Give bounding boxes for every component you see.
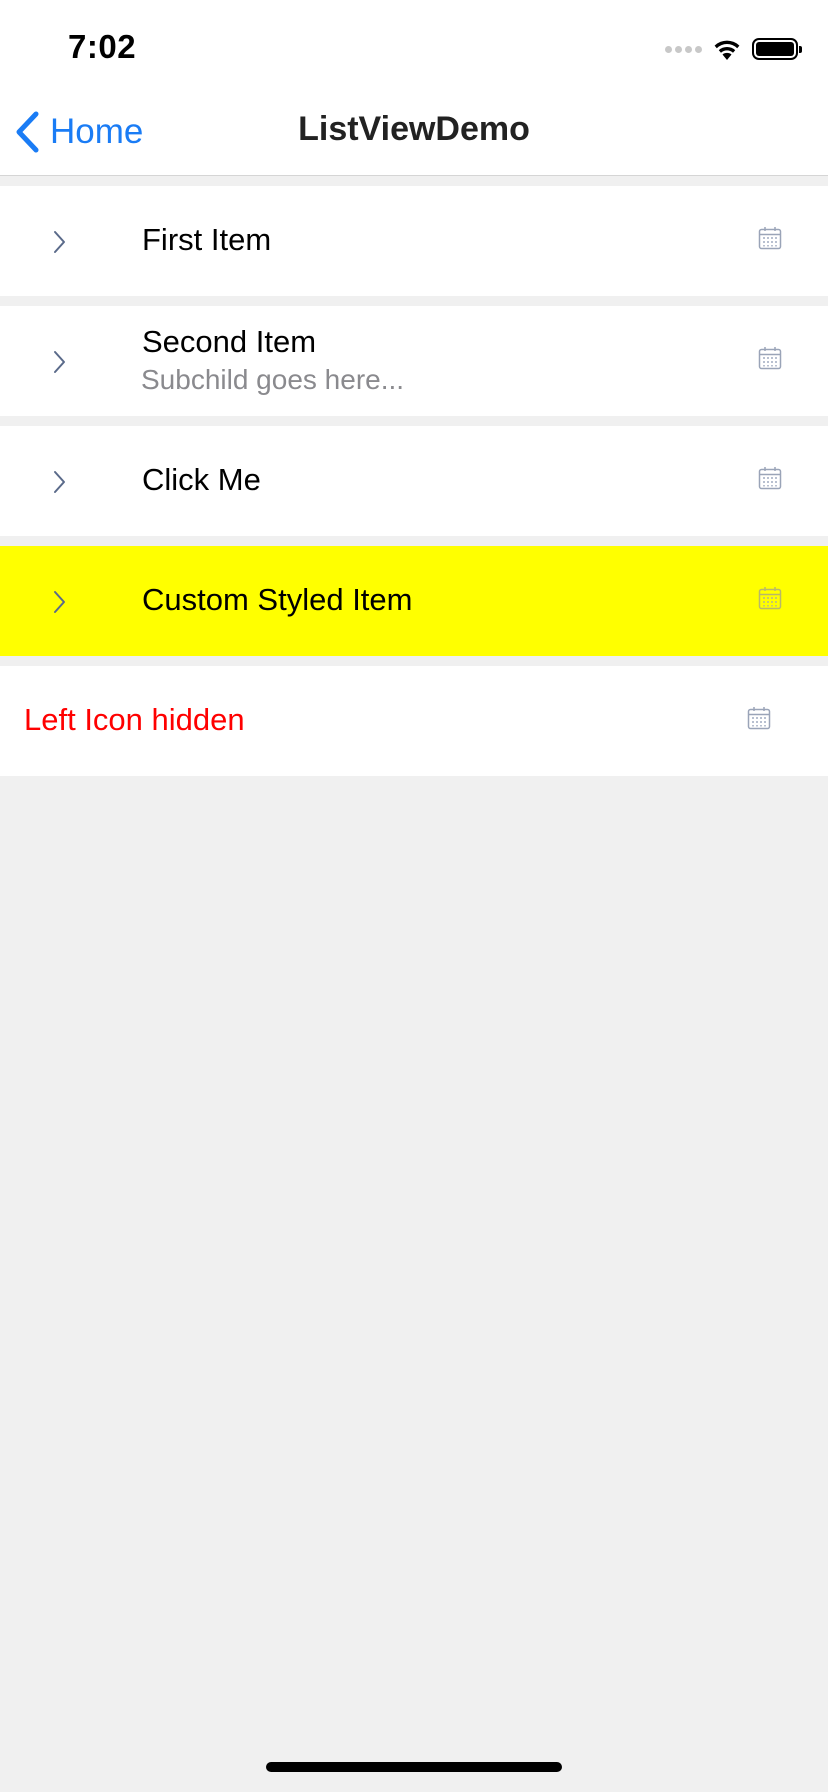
battery-icon bbox=[752, 38, 802, 60]
list-item-second[interactable]: Second Item Subchild goes here... bbox=[0, 306, 828, 416]
chevron-right-icon bbox=[54, 351, 65, 373]
list-item-click-me[interactable]: Click Me bbox=[0, 426, 828, 536]
home-indicator[interactable] bbox=[266, 1762, 562, 1772]
list-item-title: Left Icon hidden bbox=[24, 702, 245, 737]
status-indicators bbox=[665, 34, 802, 64]
calendar-icon bbox=[747, 707, 771, 730]
chevron-right-icon bbox=[54, 231, 65, 253]
list-item-title: Custom Styled Item bbox=[142, 582, 413, 617]
list-item-subtitle: Subchild goes here... bbox=[141, 364, 405, 395]
calendar-icon bbox=[758, 227, 782, 250]
list-item-first[interactable]: First Item bbox=[0, 186, 828, 296]
calendar-icon bbox=[758, 467, 782, 490]
list-item-title: Click Me bbox=[142, 462, 261, 497]
top-bar: 7:02 Home ListViewDemo bbox=[0, 0, 828, 176]
chevron-right-icon bbox=[54, 591, 65, 613]
list-item-left-icon-hidden[interactable]: Left Icon hidden bbox=[0, 666, 828, 776]
list-item-title: Second Item bbox=[142, 324, 317, 359]
cellular-signal-icon bbox=[665, 45, 702, 53]
page-title: ListViewDemo bbox=[298, 110, 530, 148]
calendar-icon bbox=[758, 347, 782, 370]
list-item-title: First Item bbox=[142, 222, 272, 257]
chevron-right-icon bbox=[54, 471, 65, 493]
calendar-icon bbox=[758, 587, 782, 610]
list-item-custom-styled[interactable]: Custom Styled Item bbox=[0, 546, 828, 656]
status-time: 7:02 bbox=[68, 28, 137, 65]
wifi-icon bbox=[714, 40, 740, 60]
list-view: First Item Second Item Subchild goes her… bbox=[0, 186, 828, 786]
